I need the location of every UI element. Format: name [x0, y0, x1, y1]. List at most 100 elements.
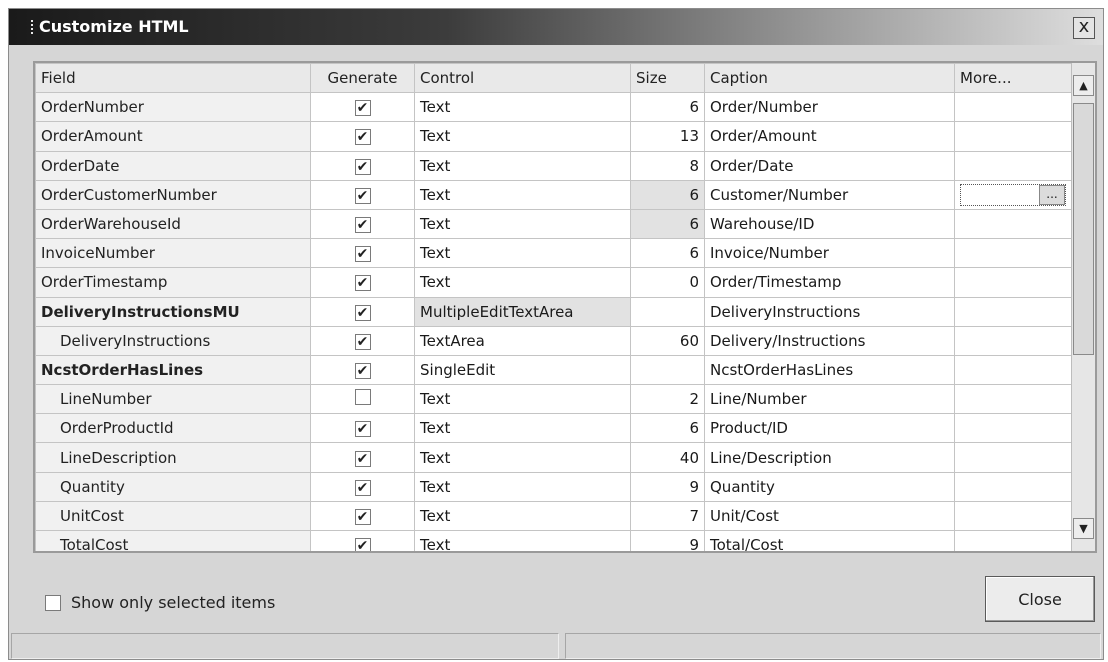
size-cell[interactable]: 60	[630, 325, 705, 356]
field-cell[interactable]: InvoiceNumber	[35, 238, 311, 269]
field-cell[interactable]: DeliveryInstructions	[35, 325, 311, 356]
table-row[interactable]: OrderCustomerNumber ✔ Text 6 Customer/Number…	[35, 179, 1072, 210]
more-cell[interactable]	[954, 325, 1072, 356]
control-cell[interactable]: Text	[414, 529, 631, 551]
generate-checkbox[interactable]: ✔	[354, 421, 371, 438]
more-cell[interactable]	[954, 471, 1072, 502]
table-row[interactable]: OrderNumber ✔ Text 6 Order/Number	[35, 92, 1072, 123]
control-cell[interactable]: Text	[414, 471, 631, 502]
scroll-thumb[interactable]	[1073, 103, 1094, 355]
field-cell[interactable]: LineNumber	[35, 384, 311, 415]
field-cell[interactable]: UnitCost	[35, 500, 311, 532]
more-cell[interactable]	[954, 500, 1072, 532]
more-cell[interactable]	[954, 238, 1072, 269]
table-row[interactable]: OrderProductId ✔ Text 6 Product/ID	[35, 413, 1072, 444]
table-row[interactable]: UnitCost ✔ Text 7 Unit/Cost	[35, 500, 1072, 532]
scroll-down-icon[interactable]: ▼	[1073, 518, 1094, 539]
generate-checkbox[interactable]: ✔	[354, 333, 371, 350]
field-cell[interactable]: DeliveryInstructionsMU	[35, 296, 311, 327]
more-editor[interactable]: ...	[960, 183, 1066, 206]
table-row[interactable]: NcstOrderHasLines ✔ SingleEdit NcstOrderHas…	[35, 354, 1072, 386]
generate-checkbox[interactable]: ✔	[354, 450, 371, 467]
control-cell[interactable]: Text	[414, 384, 631, 415]
size-cell[interactable]: 0	[630, 267, 705, 298]
size-cell[interactable]: 6	[630, 208, 705, 240]
column-header-field[interactable]: Field	[35, 63, 311, 94]
field-cell[interactable]: OrderTimestamp	[35, 267, 311, 298]
caption-cell[interactable]: Invoice/Number	[704, 238, 955, 269]
more-cell[interactable]	[954, 354, 1072, 386]
more-ellipsis-button[interactable]: ...	[1039, 184, 1065, 205]
control-cell[interactable]: Text	[414, 442, 631, 473]
column-header-control[interactable]: Control	[414, 63, 631, 94]
generate-checkbox[interactable]: ✔	[354, 538, 371, 551]
more-cell[interactable]	[954, 413, 1072, 444]
generate-checkbox[interactable]: ✔	[354, 158, 371, 175]
more-cell[interactable]: ...	[954, 179, 1072, 210]
more-cell[interactable]	[954, 529, 1072, 551]
caption-cell[interactable]: Product/ID	[704, 413, 955, 444]
caption-cell[interactable]: Line/Description	[704, 442, 955, 473]
caption-cell[interactable]: Delivery/Instructions	[704, 325, 955, 356]
generate-checkbox[interactable]: ✔	[354, 508, 371, 525]
control-cell[interactable]: Text	[414, 208, 631, 240]
generate-checkbox[interactable]: ✔	[354, 100, 371, 117]
vertical-scrollbar[interactable]: ▲ ▼	[1071, 63, 1095, 551]
control-cell[interactable]: Text	[414, 413, 631, 444]
table-row[interactable]: LineNumber Text 2 Line/Number	[35, 384, 1072, 415]
size-cell[interactable]: 9	[630, 529, 705, 551]
size-cell[interactable]: 6	[630, 92, 705, 123]
control-cell[interactable]: Text	[414, 500, 631, 532]
caption-cell[interactable]: Order/Date	[704, 150, 955, 181]
close-icon[interactable]: x	[1073, 17, 1095, 39]
more-cell[interactable]	[954, 442, 1072, 473]
show-selected-option[interactable]: Show only selected items	[45, 593, 275, 612]
caption-cell[interactable]: DeliveryInstructions	[704, 296, 955, 327]
control-cell[interactable]: Text	[414, 92, 631, 123]
size-cell[interactable]	[630, 296, 705, 327]
generate-checkbox[interactable]: ✔	[354, 217, 371, 234]
caption-cell[interactable]: Line/Number	[704, 384, 955, 415]
generate-checkbox[interactable]	[354, 389, 371, 406]
size-cell[interactable]: 6	[630, 413, 705, 444]
column-header-generate[interactable]: Generate	[310, 63, 415, 94]
control-cell[interactable]: Text	[414, 179, 631, 210]
table-row[interactable]: DeliveryInstructionsMU ✔ MultipleEditTextA…	[35, 296, 1072, 327]
more-cell[interactable]	[954, 208, 1072, 240]
control-cell[interactable]: Text	[414, 267, 631, 298]
generate-checkbox[interactable]: ✔	[354, 304, 371, 321]
field-cell[interactable]: OrderAmount	[35, 121, 311, 152]
more-cell[interactable]	[954, 150, 1072, 181]
generate-checkbox[interactable]: ✔	[354, 479, 371, 496]
caption-cell[interactable]: Quantity	[704, 471, 955, 502]
caption-cell[interactable]: Order/Timestamp	[704, 267, 955, 298]
size-cell[interactable]	[630, 354, 705, 386]
close-button[interactable]: Close	[985, 576, 1095, 622]
caption-cell[interactable]: Unit/Cost	[704, 500, 955, 532]
scroll-up-icon[interactable]: ▲	[1073, 75, 1094, 96]
size-cell[interactable]: 7	[630, 500, 705, 532]
size-cell[interactable]: 8	[630, 150, 705, 181]
generate-checkbox[interactable]: ✔	[354, 246, 371, 263]
table-row[interactable]: OrderTimestamp ✔ Text 0 Order/Timestamp	[35, 267, 1072, 298]
field-cell[interactable]: TotalCost	[35, 529, 311, 551]
field-cell[interactable]: Quantity	[35, 471, 311, 502]
column-header-caption[interactable]: Caption	[704, 63, 955, 94]
caption-cell[interactable]: Total/Cost	[704, 529, 955, 551]
size-cell[interactable]: 2	[630, 384, 705, 415]
field-cell[interactable]: OrderProductId	[35, 413, 311, 444]
size-cell[interactable]: 6	[630, 179, 705, 210]
control-cell[interactable]: MultipleEditTextArea	[414, 296, 631, 327]
size-cell[interactable]: 13	[630, 121, 705, 152]
control-cell[interactable]: Text	[414, 238, 631, 269]
size-cell[interactable]: 9	[630, 471, 705, 502]
field-cell[interactable]: OrderWarehouseId	[35, 208, 311, 240]
table-row[interactable]: Quantity ✔ Text 9 Quantity	[35, 471, 1072, 502]
field-cell[interactable]: NcstOrderHasLines	[35, 354, 311, 386]
caption-cell[interactable]: Warehouse/ID	[704, 208, 955, 240]
column-header-size[interactable]: Size	[630, 63, 705, 94]
table-row[interactable]: LineDescription ✔ Text 40 Line/Description	[35, 442, 1072, 473]
control-cell[interactable]: TextArea	[414, 325, 631, 356]
field-cell[interactable]: OrderNumber	[35, 92, 311, 123]
table-row[interactable]: InvoiceNumber ✔ Text 6 Invoice/Number	[35, 238, 1072, 269]
